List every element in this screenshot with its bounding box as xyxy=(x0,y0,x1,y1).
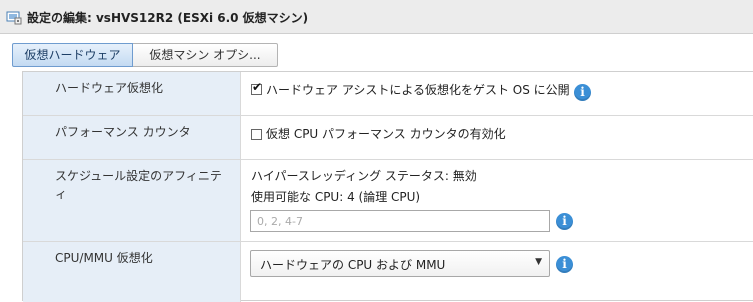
row-value-cell: 仮想 CPU パフォーマンス カウンタの有効化 xyxy=(242,116,753,159)
row-label-cell: CPU/MMU 仮想化 xyxy=(23,242,241,302)
row-label-cell: ハードウェア仮想化 xyxy=(23,72,241,115)
info-icon[interactable]: i xyxy=(556,256,573,273)
perf-counter-checkbox-label[interactable]: 仮想 CPU パフォーマンス カウンタの有効化 xyxy=(266,126,506,142)
vm-settings-icon xyxy=(6,11,22,25)
tab-vm-options[interactable]: 仮想マシン オプシ... xyxy=(133,43,278,67)
check-icon: ✔ xyxy=(252,80,263,94)
affinity-input[interactable] xyxy=(250,210,550,232)
cpu-mmu-selected-value: ハードウェアの CPU および MMU xyxy=(260,258,446,272)
row-label-cell: パフォーマンス カウンタ xyxy=(23,116,241,159)
perf-counter-checkbox[interactable] xyxy=(251,129,262,140)
chevron-down-icon: ▼ xyxy=(535,257,542,267)
hw-virtualization-checkbox[interactable]: ✔ xyxy=(251,80,263,95)
info-icon[interactable]: i xyxy=(556,213,573,230)
perf-counter-label: パフォーマンス カウンタ xyxy=(55,125,191,139)
cpu-mmu-select[interactable]: ハードウェアの CPU および MMU ▼ xyxy=(250,250,550,277)
settings-panel: ハードウェア仮想化 ✔ ハードウェア アシストによる仮想化をゲスト OS に公開… xyxy=(22,71,753,302)
dialog-title: 設定の編集: vsHVS12R2 (ESXi 6.0 仮想マシン) xyxy=(27,11,309,25)
affinity-label: スケジュール設定のアフィニティ xyxy=(55,169,222,201)
hyperthreading-status: ハイパースレッディング ステータス: 無効 xyxy=(251,169,477,183)
row-perf-counter: パフォーマンス カウンタ 仮想 CPU パフォーマンス カウンタの有効化 xyxy=(23,116,753,160)
row-value-cell: ✔ ハードウェア アシストによる仮想化をゲスト OS に公開 i xyxy=(242,72,753,115)
row-label-cell: スケジュール設定のアフィニティ xyxy=(23,160,241,241)
row-value-cell: ハードウェアの CPU および MMU ▼ i xyxy=(242,242,753,302)
tab-virtual-hardware[interactable]: 仮想ハードウェア xyxy=(12,43,133,67)
info-icon[interactable]: i xyxy=(574,84,591,101)
row-affinity: スケジュール設定のアフィニティ ハイパースレッディング ステータス: 無効 使用… xyxy=(23,160,753,242)
row-hw-virtualization: ハードウェア仮想化 ✔ ハードウェア アシストによる仮想化をゲスト OS に公開… xyxy=(23,72,753,116)
row-cpu-mmu: CPU/MMU 仮想化 ハードウェアの CPU および MMU ▼ i xyxy=(23,242,753,302)
dialog-titlebar: 設定の編集: vsHVS12R2 (ESXi 6.0 仮想マシン) xyxy=(0,0,753,34)
cpu-mmu-label: CPU/MMU 仮想化 xyxy=(55,251,153,265)
available-cpu: 使用可能な CPU: 4 (論理 CPU) xyxy=(251,190,421,204)
hw-virtualization-checkbox-label[interactable]: ハードウェア アシストによる仮想化をゲスト OS に公開 xyxy=(266,82,570,98)
row-value-cell: ハイパースレッディング ステータス: 無効 使用可能な CPU: 4 (論理 C… xyxy=(242,160,753,241)
hw-virtualization-label: ハードウェア仮想化 xyxy=(55,81,164,95)
